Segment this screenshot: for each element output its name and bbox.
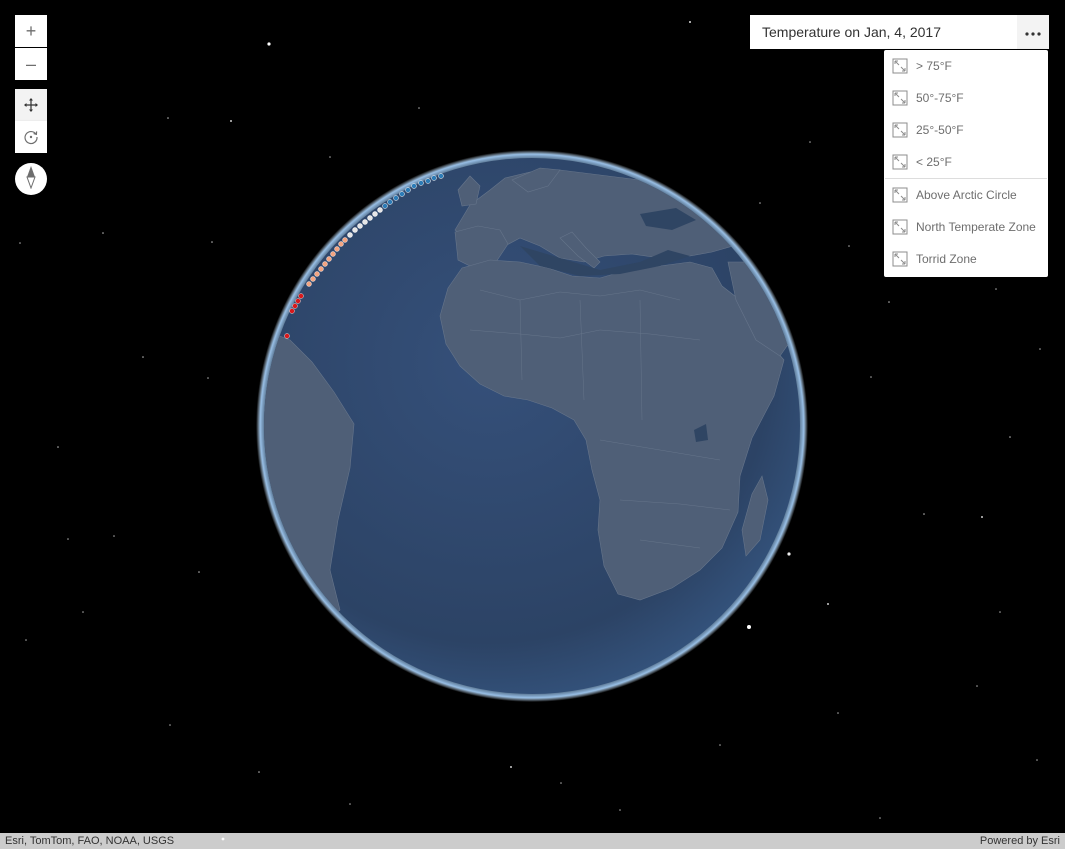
zoom-in-label: + (25, 21, 37, 41)
attribution-bar: Esri, TomTom, FAO, NOAA, USGS Powered by… (0, 833, 1065, 849)
pan-icon (15, 89, 47, 121)
globe[interactable] (256, 150, 808, 702)
rotate-button[interactable] (15, 121, 47, 153)
filter-menu: > 75°F 50°-75°F 25°-50°F < 25°F Above Ar… (884, 50, 1048, 277)
menu-item-arctic-circle[interactable]: Above Arctic Circle (884, 179, 1048, 211)
zoom-to-icon (892, 187, 908, 203)
rotate-icon (15, 121, 47, 153)
menu-item-label: 25°-50°F (916, 123, 964, 137)
menu-item-label: North Temperate Zone (916, 220, 1036, 234)
menu-item-north-temperate[interactable]: North Temperate Zone (884, 211, 1048, 243)
panel-title: Temperature on Jan, 4, 2017 (762, 24, 942, 40)
zoom-to-icon (892, 90, 908, 106)
zoom-to-icon (892, 58, 908, 74)
zoom-out-button[interactable]: – (15, 48, 47, 80)
menu-item-above-75[interactable]: > 75°F (884, 50, 1048, 82)
menu-item-label: > 75°F (916, 59, 952, 73)
title-panel: Temperature on Jan, 4, 2017 (750, 15, 1049, 49)
compass-button[interactable] (15, 163, 47, 195)
menu-item-label: 50°-75°F (916, 91, 964, 105)
map-view[interactable]: + – Temperature on Jan, 4, 2017 > 75°F 5… (0, 0, 1065, 849)
zoom-to-icon (892, 219, 908, 235)
menu-item-label: < 25°F (916, 155, 952, 169)
zoom-to-icon (892, 122, 908, 138)
compass-icon (24, 165, 38, 194)
zoom-out-label: – (25, 54, 36, 74)
menu-item-25-50[interactable]: 25°-50°F (884, 114, 1048, 146)
zoom-to-icon (892, 251, 908, 267)
pan-button[interactable] (15, 89, 47, 121)
menu-item-label: Torrid Zone (916, 252, 977, 266)
powered-by-link[interactable]: Powered by Esri (980, 835, 1060, 847)
zoom-in-button[interactable]: + (15, 15, 47, 47)
attribution-sources[interactable]: Esri, TomTom, FAO, NOAA, USGS (5, 835, 174, 847)
menu-item-torrid-zone[interactable]: Torrid Zone (884, 243, 1048, 275)
more-options-button[interactable] (1017, 15, 1049, 49)
menu-item-label: Above Arctic Circle (916, 188, 1017, 202)
menu-item-50-75[interactable]: 50°-75°F (884, 82, 1048, 114)
menu-item-below-25[interactable]: < 25°F (884, 146, 1048, 178)
ellipsis-icon (1025, 23, 1041, 41)
zoom-to-icon (892, 154, 908, 170)
